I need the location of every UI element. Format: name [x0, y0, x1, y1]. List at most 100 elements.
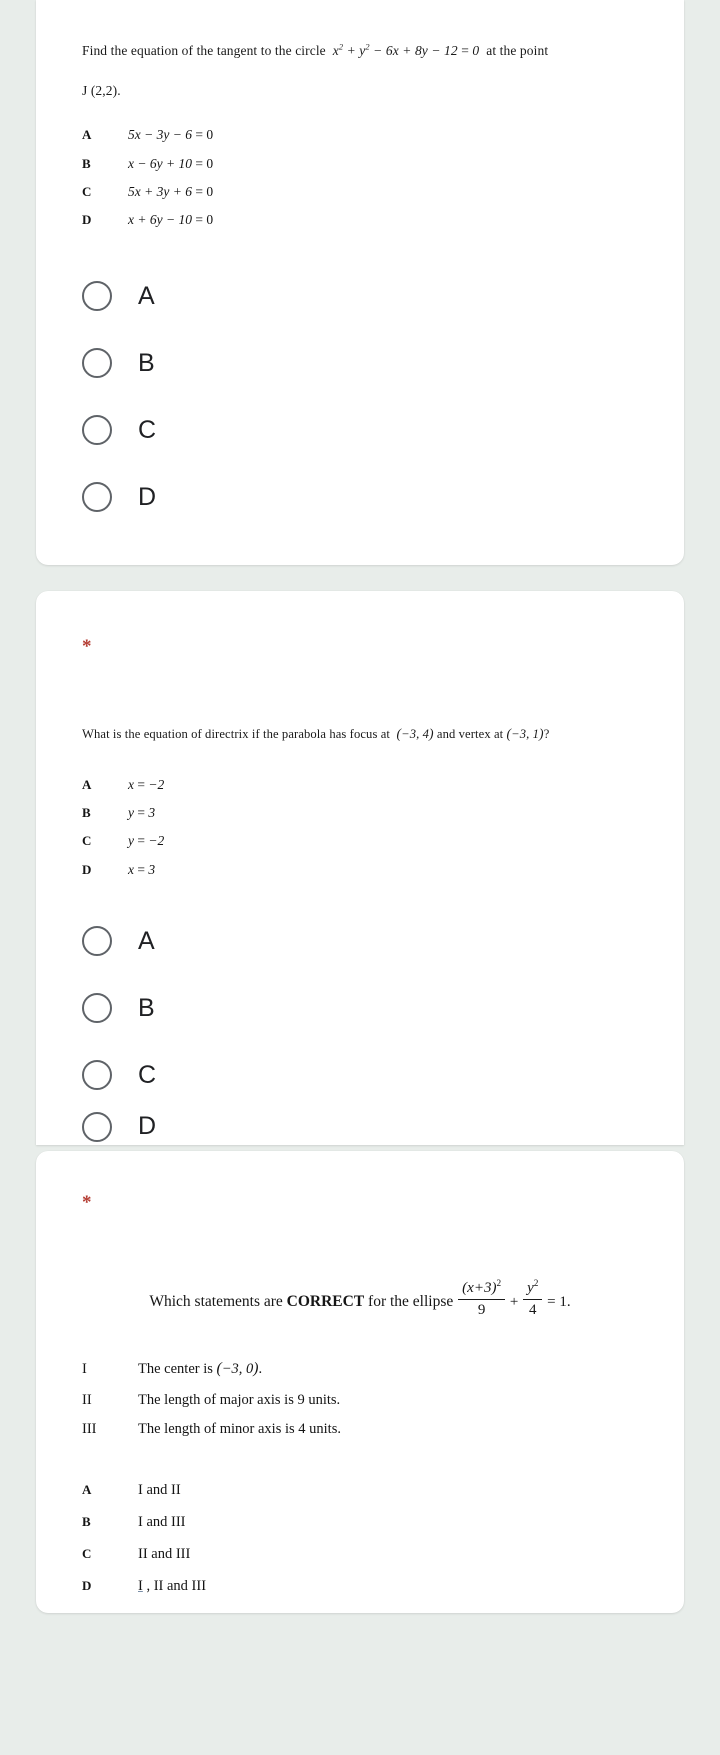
- radio-label: A: [138, 926, 155, 955]
- question-card-3: * Which statements are CORRECT for the e…: [36, 1150, 684, 1613]
- statement-text: The length of minor axis is 4 units.: [138, 1421, 341, 1438]
- statement-numeral: III: [82, 1421, 97, 1438]
- option-text: y = −2: [128, 833, 165, 849]
- statement-row: II The length of major axis is 9 units.: [82, 1386, 638, 1416]
- option-letter: C: [82, 1545, 92, 1561]
- equation-operator: +: [509, 1293, 519, 1310]
- statement-numeral: II: [82, 1391, 92, 1408]
- question-3-stem-after: for the ellipse: [368, 1292, 454, 1310]
- question-2-stem-suffix: ?: [543, 726, 550, 741]
- radio-option-c[interactable]: C: [82, 1042, 638, 1109]
- option-text: x − 6y + 10 = 0: [128, 155, 214, 171]
- option-text: x = 3: [128, 861, 156, 877]
- radio-option-b[interactable]: B: [82, 975, 638, 1042]
- question-3-stem: Which statements are CORRECT for the ell…: [82, 1273, 638, 1320]
- option-letter: D: [82, 861, 92, 877]
- question-1-body: Find the equation of the tangent to the …: [36, 0, 684, 235]
- equation-equals: = 1.: [547, 1293, 571, 1310]
- option-row: C y = −2: [82, 827, 638, 855]
- fraction-numerator: (x+3)2: [458, 1279, 506, 1300]
- equation-fraction-1: (x+3)2 9: [458, 1279, 506, 1320]
- quiz-form-page: Find the equation of the tangent to the …: [0, 0, 720, 1755]
- statement-numeral: I: [82, 1361, 87, 1378]
- option-letter: D: [82, 212, 92, 228]
- question-2-focus-point: (−3, 4): [396, 725, 434, 741]
- radio-label: C: [138, 415, 157, 444]
- statement-text: The center is (−3, 0).: [138, 1360, 263, 1378]
- question-2-stem-prefix: What is the equation of directrix if the…: [82, 726, 390, 741]
- option-letter: B: [82, 804, 91, 820]
- option-text: x = −2: [128, 776, 165, 792]
- radio-circle-icon[interactable]: [82, 348, 112, 379]
- option-row: C II and III: [82, 1539, 638, 1571]
- option-letter: B: [82, 1513, 91, 1529]
- option-text: I and III: [138, 1513, 186, 1530]
- question-3-ellipse-equation: (x+3)2 9 + y2 4 = 1.: [457, 1279, 571, 1318]
- radio-circle-icon[interactable]: [82, 1060, 112, 1091]
- question-1-stem: Find the equation of the tangent to the …: [82, 38, 638, 64]
- question-1-option-list: A 5x − 3y − 6 = 0 B x − 6y + 10 = 0 C 5x…: [82, 121, 638, 234]
- radio-circle-icon[interactable]: [82, 482, 112, 513]
- required-asterisk: *: [82, 635, 92, 657]
- statement-row: III The length of minor axis is 4 units.: [82, 1415, 638, 1445]
- equation-fraction-2: y2 4: [523, 1279, 543, 1320]
- question-2-body: What is the equation of directrix if the…: [36, 659, 684, 884]
- question-1-stem-line2: J (2,2).: [82, 82, 121, 98]
- option-row: D x + 6y − 10 = 0: [82, 206, 638, 234]
- radio-option-a[interactable]: A: [82, 263, 638, 330]
- statement-text: The length of major axis is 9 units.: [138, 1391, 341, 1408]
- option-row: B I and III: [82, 1507, 638, 1539]
- option-row: C 5x + 3y + 6 = 0: [82, 178, 638, 206]
- option-row: D x = 3: [82, 856, 638, 884]
- radio-option-a[interactable]: A: [82, 908, 638, 975]
- question-3-emphasis: CORRECT: [286, 1292, 365, 1310]
- option-row: A 5x − 3y − 6 = 0: [82, 121, 638, 149]
- fraction-denominator: 9: [477, 1301, 486, 1318]
- option-letter: A: [82, 776, 92, 792]
- option-letter: B: [82, 155, 91, 171]
- question-1-stem-prefix: Find the equation of the tangent to the …: [82, 43, 326, 58]
- radio-circle-icon[interactable]: [82, 415, 112, 446]
- question-2-stem: What is the equation of directrix if the…: [82, 721, 638, 747]
- question-3-option-list: A I and II B I and III C II and III D I …: [82, 1475, 638, 1613]
- question-3-stem-prefix: Which statements are: [149, 1292, 283, 1310]
- radio-label: A: [138, 281, 155, 310]
- radio-option-c[interactable]: C: [82, 397, 638, 464]
- radio-circle-icon[interactable]: [82, 926, 112, 957]
- radio-label: D: [138, 1112, 157, 1141]
- question-3-body: Which statements are CORRECT for the ell…: [36, 1215, 684, 1613]
- fraction-numerator: y2: [523, 1279, 543, 1300]
- option-text: 5x − 3y − 6 = 0: [128, 127, 214, 143]
- statement-row: I The center is (−3, 0).: [82, 1353, 638, 1385]
- radio-circle-icon[interactable]: [82, 993, 112, 1024]
- question-2-option-list: A x = −2 B y = 3 C y = −2 D x = 3: [82, 771, 638, 884]
- question-2-choices[interactable]: A B C D: [36, 884, 684, 1145]
- radio-label: D: [138, 482, 157, 511]
- question-2-vertex-point: (−3, 1): [506, 725, 544, 741]
- option-letter: A: [82, 127, 92, 143]
- radio-circle-icon[interactable]: [82, 281, 112, 312]
- option-letter: C: [82, 833, 92, 849]
- option-text: x + 6y − 10 = 0: [128, 212, 214, 228]
- radio-option-d[interactable]: D: [82, 464, 638, 531]
- question-3-statement-list: I The center is (−3, 0). II The length o…: [82, 1353, 638, 1445]
- radio-circle-icon[interactable]: [82, 1111, 112, 1142]
- option-row: D I , II and III: [82, 1571, 638, 1603]
- option-row: B y = 3: [82, 799, 638, 827]
- option-row: B x − 6y + 10 = 0: [82, 150, 638, 178]
- option-text: II and III: [138, 1545, 191, 1562]
- option-row: A x = −2: [82, 771, 638, 799]
- option-letter: D: [82, 1577, 92, 1593]
- question-1-equation: x2 + y2 − 6x + 8y − 12 = 0: [332, 42, 483, 58]
- question-2-stem-middle: and vertex at: [436, 726, 504, 741]
- option-row: A I and II: [82, 1475, 638, 1507]
- required-asterisk: *: [82, 1191, 92, 1213]
- option-text: I and II: [138, 1481, 181, 1498]
- option-letter: C: [82, 183, 92, 199]
- question-1-choices[interactable]: A B C D: [36, 235, 684, 565]
- option-text: y = 3: [128, 804, 156, 820]
- question-1-stem-suffix: at the point: [486, 43, 549, 58]
- radio-option-d[interactable]: D: [82, 1109, 638, 1145]
- radio-option-b[interactable]: B: [82, 330, 638, 397]
- card-spacer: [0, 565, 720, 591]
